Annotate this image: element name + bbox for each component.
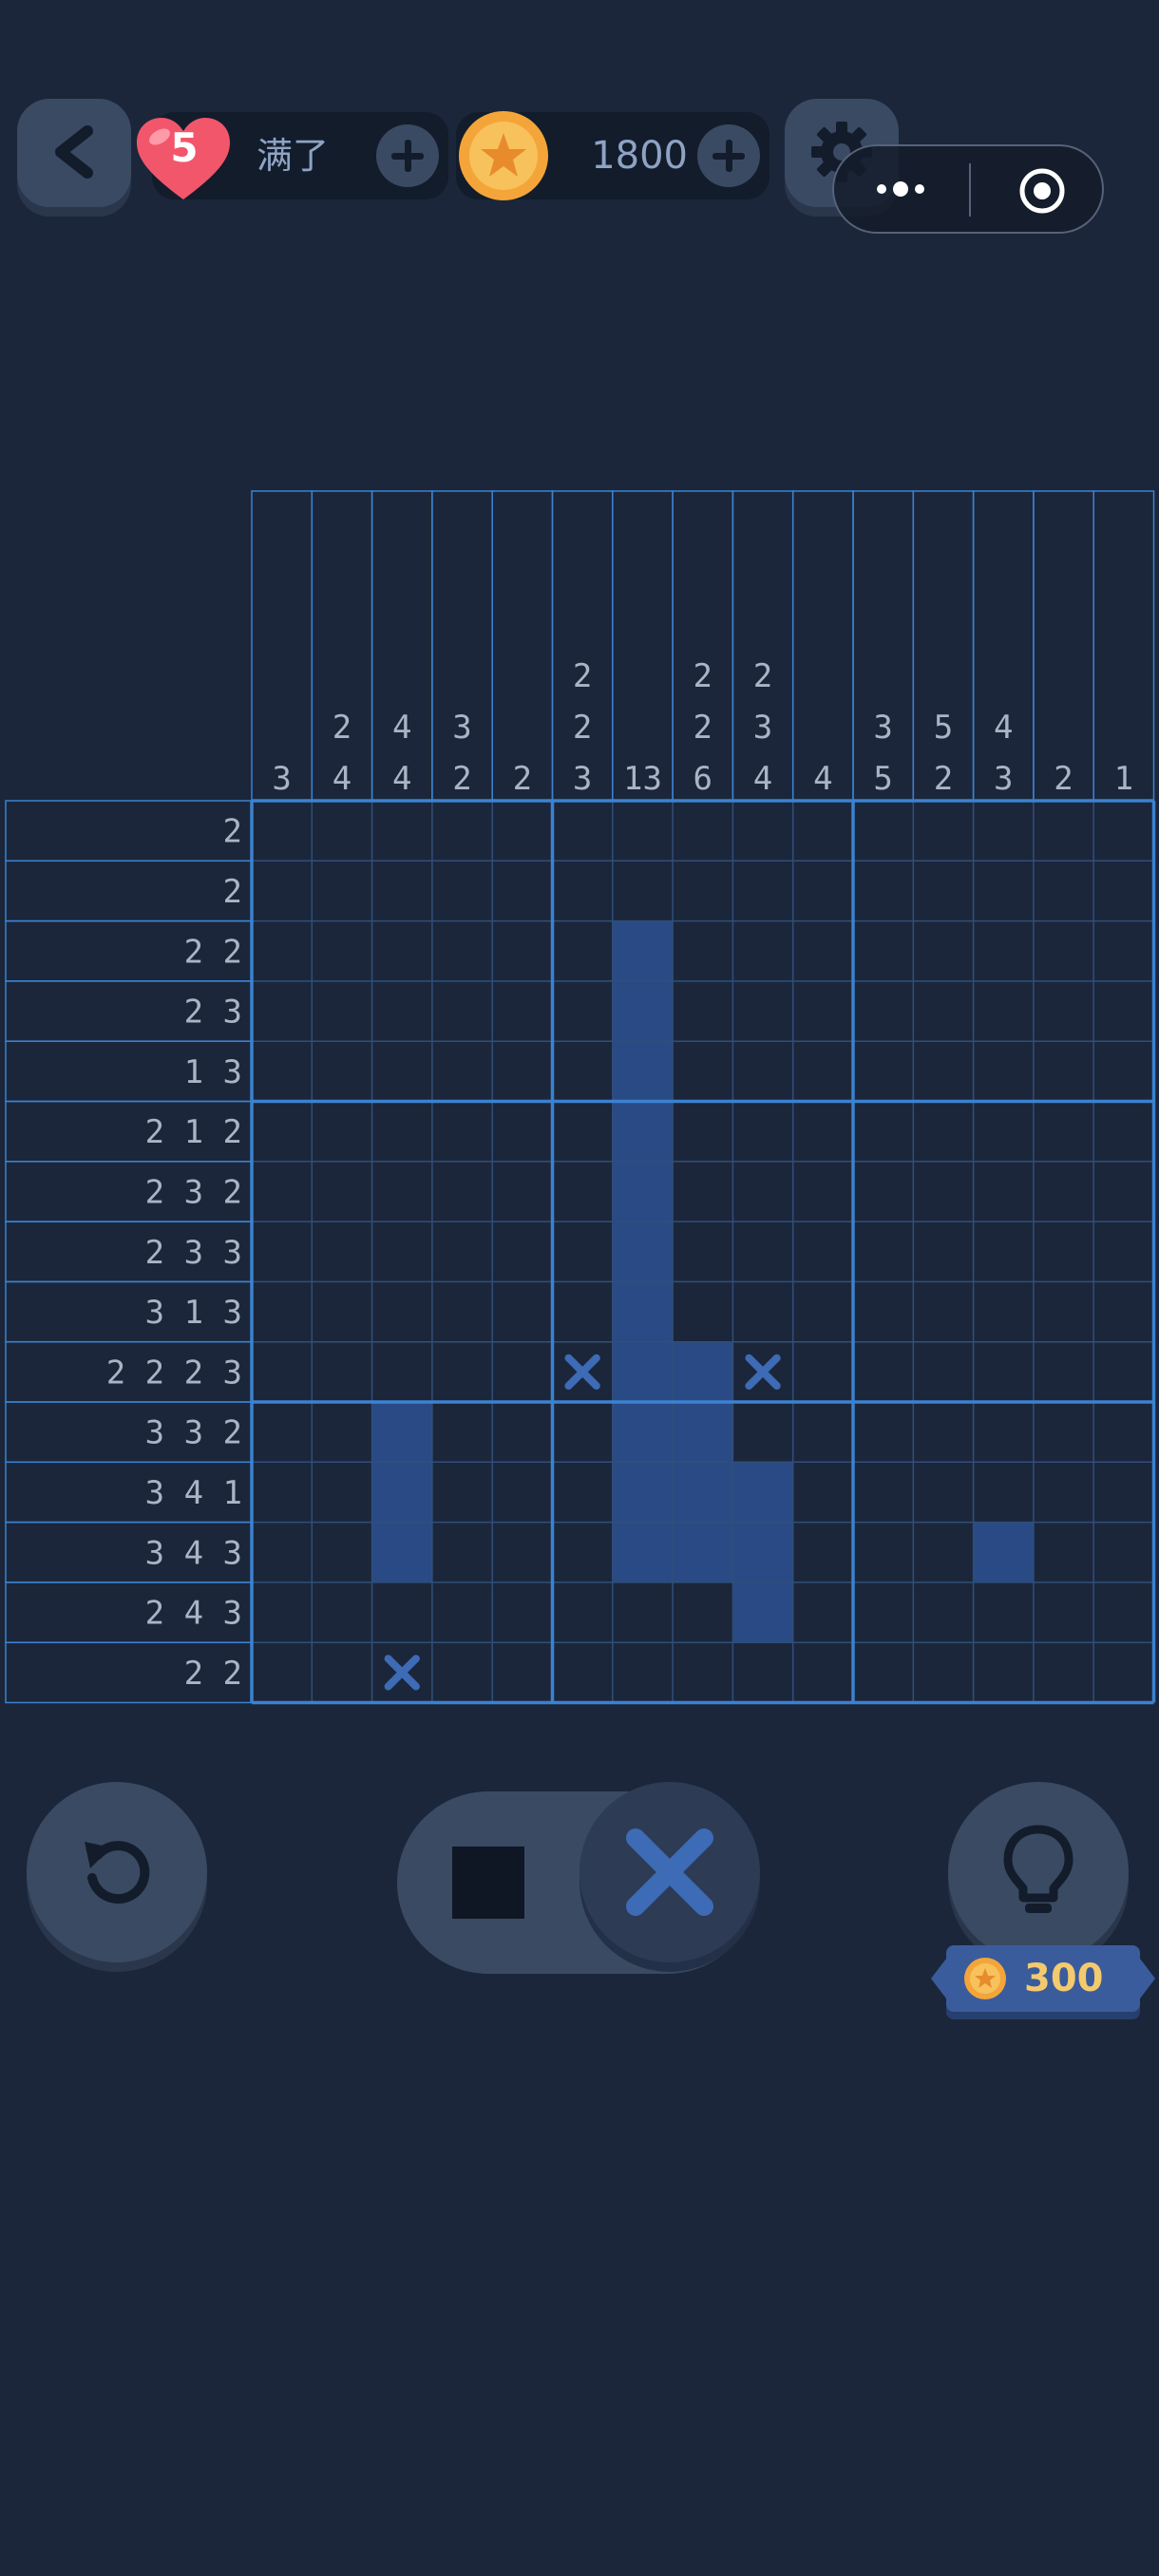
row-clue: 2 4 3 (145, 1595, 242, 1633)
column-clue-number: 5 (934, 709, 953, 747)
filled-cell (732, 1462, 793, 1523)
column-clue-cell (1033, 490, 1094, 802)
undo-icon (85, 1841, 150, 1904)
column-clue-number: 4 (392, 760, 411, 798)
filled-cell (973, 1522, 1034, 1582)
filled-cell (673, 1341, 733, 1402)
filled-cell (612, 1281, 674, 1342)
column-clue-cell (431, 490, 493, 802)
column-clue-cell (311, 490, 373, 802)
cross-mark (384, 1655, 420, 1691)
column-clue-number: 2 (934, 760, 953, 798)
undo-button[interactable] (27, 1782, 207, 1962)
filled-cell (673, 1402, 733, 1463)
column-clue-number: 2 (1054, 760, 1073, 798)
filled-cell (612, 1101, 674, 1162)
column-clue-number: 4 (813, 760, 832, 798)
filled-cell (612, 1161, 674, 1222)
column-clue-number: 4 (332, 760, 352, 798)
cross-mark (564, 1354, 600, 1390)
column-clue-number: 4 (753, 760, 772, 798)
filled-cell (612, 1341, 674, 1402)
row-clue: 1 3 (184, 1053, 242, 1091)
row-clue: 2 (223, 873, 242, 911)
filled-cell (371, 1402, 432, 1463)
column-clue-cell (672, 490, 734, 802)
puzzle-grid[interactable]: 3244432 2223 13226234 4355243 2 1222 22 31 32… (0, 0, 1159, 1710)
column-clue-number: 3 (873, 709, 892, 747)
filled-cell (612, 1041, 674, 1102)
filled-cell (612, 1522, 674, 1582)
column-clue-cell (852, 490, 915, 802)
column-clue-cell (1092, 490, 1155, 802)
row-clue-cell (5, 860, 253, 922)
column-clue-cell (912, 490, 975, 802)
row-clue: 3 4 3 (145, 1534, 242, 1572)
nonogram-board[interactable]: 3 2 4 4 4 3 2 2 2 2 3 13 2 2 6 2 3 4 4 3 5 5 2 4 3 2 1 2 2 2 22 31 32… (0, 0, 1159, 1710)
row-clue: 2 3 2 (145, 1173, 242, 1211)
column-clue-number: 3 (452, 709, 471, 747)
column-clue-cell (791, 490, 854, 802)
filled-cell (612, 1402, 674, 1463)
hint-button[interactable] (948, 1782, 1129, 1962)
column-clue-number: 2 (573, 709, 592, 747)
filled-cell (732, 1582, 793, 1643)
row-clue: 3 4 1 (145, 1474, 242, 1512)
column-clue-cell (732, 490, 794, 802)
column-clue-number: 5 (873, 760, 892, 798)
column-clue-number: 2 (573, 657, 592, 695)
column-clue-number: 2 (753, 657, 772, 695)
column-clue-number: 3 (272, 760, 291, 798)
row-clue: 3 3 2 (145, 1414, 242, 1452)
column-clue-number: 2 (694, 709, 712, 747)
row-clue: 2 3 3 (145, 1234, 242, 1272)
row-clue: 3 1 3 (145, 1294, 242, 1332)
column-clue-number: 13 (623, 760, 662, 798)
column-clue-cell (612, 490, 674, 802)
row-clue-cell (5, 800, 253, 862)
column-clue-cell (551, 490, 614, 802)
column-clue-number: 3 (573, 760, 592, 798)
row-clue: 2 2 (184, 933, 242, 971)
hint-cost: 300 (1024, 1957, 1104, 2000)
hint-price-tag: 300 (931, 1945, 1155, 2012)
row-clue: 2 (223, 813, 242, 851)
column-clue-number: 2 (513, 760, 532, 798)
filled-cell (612, 920, 674, 981)
filled-cell (673, 1462, 733, 1523)
column-clue-number: 3 (753, 709, 772, 747)
cross-mode-button[interactable] (580, 1782, 760, 1962)
column-clue-number: 2 (332, 709, 352, 747)
row-clue: 2 2 (184, 1655, 242, 1693)
filled-cell (371, 1462, 432, 1523)
cross-icon (626, 1828, 713, 1916)
lightbulb-icon (1003, 1825, 1074, 1913)
column-clue-number: 2 (452, 760, 471, 798)
column-clue-cell (251, 490, 314, 802)
row-clue: 2 3 (184, 994, 242, 1032)
column-clue-number: 4 (392, 709, 411, 747)
mode-toggle[interactable] (397, 1782, 760, 1974)
row-clue: 2 2 2 3 (106, 1354, 242, 1392)
column-clue-cell (370, 490, 433, 802)
coin-icon (964, 1958, 1006, 1999)
column-clue-cell (491, 490, 554, 802)
row-clue: 2 1 2 (145, 1113, 242, 1151)
filled-cell (732, 1522, 793, 1582)
filled-cell (612, 980, 674, 1042)
filled-cell (371, 1522, 432, 1582)
column-clue-number: 3 (994, 760, 1013, 798)
column-clue-number: 6 (694, 760, 712, 798)
column-clue-cell (972, 490, 1035, 802)
cross-mark (745, 1354, 781, 1390)
column-clue-number: 1 (1114, 760, 1133, 798)
filled-cell (612, 1222, 674, 1282)
column-clue-number: 4 (994, 709, 1013, 747)
filled-square-icon[interactable] (452, 1847, 524, 1919)
filled-cell (673, 1522, 733, 1582)
column-clue-number: 2 (694, 657, 712, 695)
filled-cell (612, 1462, 674, 1523)
